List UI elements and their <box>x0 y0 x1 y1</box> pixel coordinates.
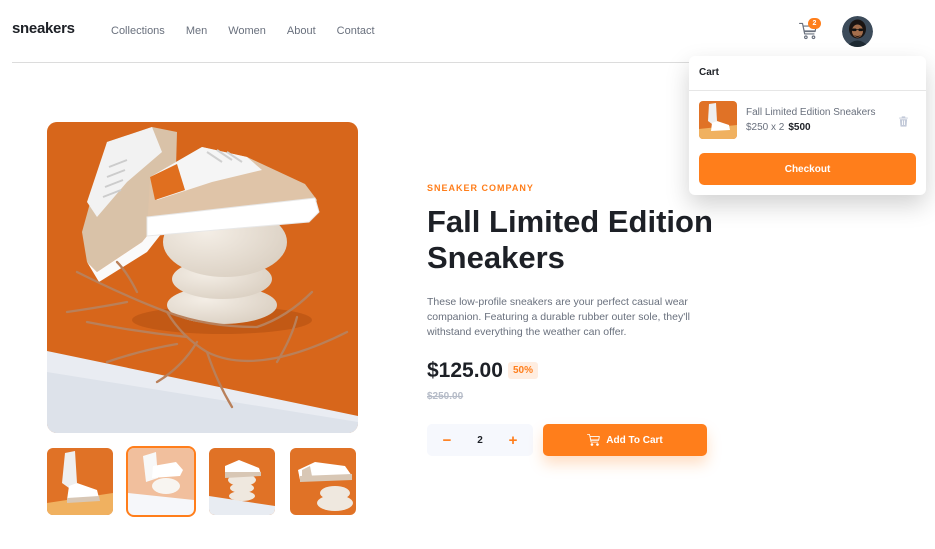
nav-about[interactable]: About <box>287 25 316 37</box>
add-to-cart-button[interactable]: Add To Cart <box>543 424 707 456</box>
cart-item-thumbnail <box>699 101 737 139</box>
header-divider <box>12 62 689 63</box>
current-price: $125.00 <box>427 359 503 382</box>
discount-badge: 50% <box>508 362 539 379</box>
thumbnail-1[interactable] <box>47 448 113 515</box>
cart-item-total: $500 <box>788 122 811 133</box>
thumbnail-4[interactable] <box>290 448 356 515</box>
cart-item-price-line: $250 x 2 $500 <box>746 120 876 135</box>
cart-item-name: Fall Limited Edition Sneakers <box>746 107 876 118</box>
quantity-value: 2 <box>477 434 483 446</box>
cart-item-calc: $250 x 2 <box>746 122 785 133</box>
original-price: $250.00 <box>427 391 464 402</box>
nav-collections[interactable]: Collections <box>111 25 165 37</box>
plus-icon[interactable]: + <box>507 432 519 449</box>
cart-icon <box>587 434 601 446</box>
thumbnail-2[interactable] <box>126 446 196 517</box>
cart-item-details: Fall Limited Edition Sneakers $250 x 2 $5… <box>746 105 876 135</box>
thumbnail-strip <box>47 446 356 517</box>
checkout-button[interactable]: Checkout <box>699 153 916 185</box>
minus-icon[interactable]: − <box>441 432 453 449</box>
trash-icon[interactable] <box>899 114 908 132</box>
nav-contact[interactable]: Contact <box>337 25 375 37</box>
logo[interactable]: sneakers <box>12 20 75 37</box>
nav-men[interactable]: Men <box>186 25 207 37</box>
quantity-stepper: − 2 + <box>427 424 533 456</box>
main-nav: Collections Men Women About Contact <box>111 25 396 37</box>
cart-item: Fall Limited Edition Sneakers $250 x 2 $5… <box>699 101 876 139</box>
add-to-cart-label: Add To Cart <box>606 434 663 446</box>
thumbnail-3[interactable] <box>209 448 275 515</box>
product-title: Fall Limited Edition Sneakers <box>427 204 713 275</box>
company-label: SNEAKER COMPANY <box>427 183 534 193</box>
avatar[interactable] <box>842 16 873 47</box>
cart-count-badge: 2 <box>808 18 821 29</box>
product-main-image[interactable] <box>47 122 358 433</box>
product-description: These low-profile sneakers are your perf… <box>427 296 690 338</box>
cart-title: Cart <box>689 56 926 91</box>
nav-women[interactable]: Women <box>228 25 266 37</box>
cart-dropdown: Cart Fall Limited Edition Sneakers $250 … <box>689 56 926 195</box>
